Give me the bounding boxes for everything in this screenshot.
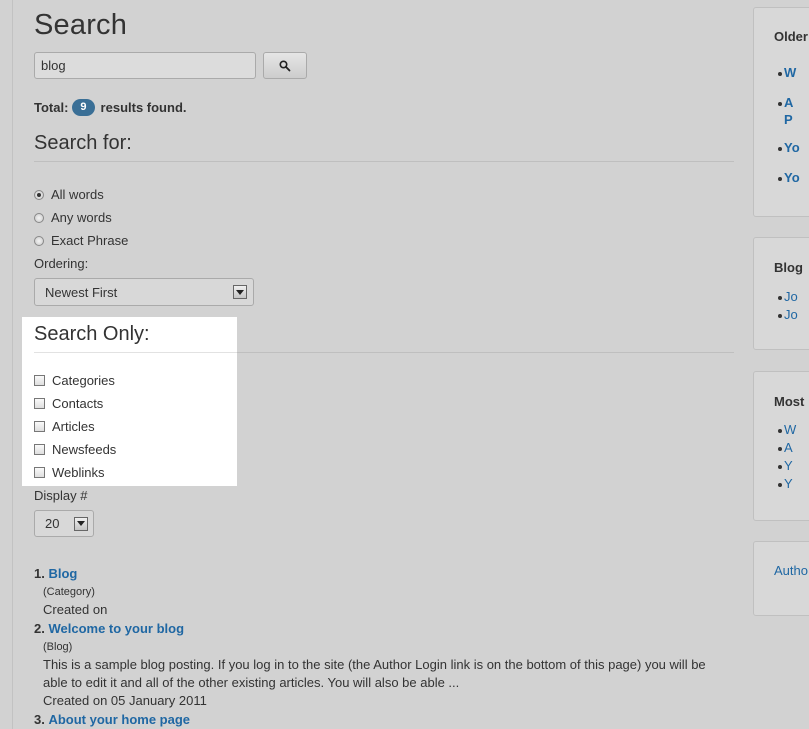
page-title: Search — [34, 9, 128, 41]
bullet — [778, 102, 782, 106]
ordering-select[interactable]: Newest First — [34, 278, 254, 306]
result-type: (Blog) — [43, 641, 73, 653]
checkbox-newsfeeds[interactable]: Newsfeeds — [34, 442, 116, 457]
ordering-label: Ordering: — [34, 256, 89, 271]
sidebar-older-module: Older W A P Yo Yo — [753, 7, 809, 217]
sidebar-most-title: Most — [774, 394, 805, 409]
sidebar-older-title: Older — [774, 29, 808, 44]
result-title-link[interactable]: Welcome to your blog — [48, 621, 184, 636]
sidebar-older-link[interactable]: Yo — [784, 170, 800, 185]
sidebar-older-link[interactable]: Yo — [784, 140, 800, 155]
bullet — [778, 177, 782, 181]
sidebar-older-link-cont[interactable]: P — [784, 112, 793, 127]
radio-all-words[interactable]: All words — [34, 187, 104, 202]
sidebar-most-module: Most W A Y Y — [753, 371, 809, 521]
result-snippet: This is a sample blog posting. If you lo… — [43, 657, 706, 690]
ordering-value: Newest First — [45, 284, 118, 300]
radio-label: Any words — [51, 210, 112, 225]
result-item: 2. Welcome to your blog — [34, 621, 184, 636]
result-type: (Category) — [43, 586, 95, 598]
chevron-down-icon — [74, 516, 88, 531]
bullet — [778, 429, 782, 433]
sidebar-blog-title: Blog — [774, 260, 803, 275]
result-item: 1. Blog — [34, 566, 77, 581]
bullet — [778, 72, 782, 76]
checkbox[interactable] — [34, 398, 45, 409]
checkbox-articles[interactable]: Articles — [34, 419, 95, 434]
magnifier-icon — [279, 59, 291, 71]
search-input[interactable] — [34, 52, 256, 79]
checkbox-label: Weblinks — [52, 465, 105, 480]
checkbox-label: Newsfeeds — [52, 442, 117, 457]
sidebar-most-link[interactable]: A — [784, 440, 793, 455]
radio-label: Exact Phrase — [51, 233, 129, 248]
display-count-select[interactable]: 20 — [34, 510, 94, 537]
result-created: Created on 05 January 2011 — [43, 693, 207, 708]
sidebar-author-module: Autho — [753, 541, 809, 616]
radio-exact-phrase[interactable]: Exact Phrase — [34, 233, 128, 248]
checkbox[interactable] — [34, 444, 45, 455]
checkbox-label: Contacts — [52, 396, 104, 411]
checkbox-contacts[interactable]: Contacts — [34, 396, 103, 411]
results-count-badge: 9 — [72, 99, 95, 116]
display-label: Display # — [34, 488, 88, 503]
result-number: 2. — [34, 621, 45, 636]
radio-any-words[interactable]: Any words — [34, 210, 112, 225]
sidebar-most-link[interactable]: Y — [784, 476, 793, 491]
divider — [34, 161, 734, 162]
bullet — [778, 296, 782, 300]
checkbox[interactable] — [34, 467, 45, 478]
checkbox-weblinks[interactable]: Weblinks — [34, 465, 105, 480]
bullet — [778, 147, 782, 151]
result-number: 1. — [34, 566, 45, 581]
checkbox[interactable] — [34, 375, 45, 386]
checkbox-label: Categories — [52, 373, 115, 388]
bullet — [778, 465, 782, 469]
bullet — [778, 314, 782, 318]
result-title-link[interactable]: About your home page — [48, 712, 190, 727]
bullet — [778, 483, 782, 487]
search-for-heading: Search for: — [34, 132, 132, 154]
checkbox-categories[interactable]: Categories — [34, 373, 115, 388]
sidebar-blog-module: Blog Jo Jo — [753, 237, 809, 350]
radio-label: All words — [51, 187, 104, 202]
chevron-down-icon — [233, 285, 247, 299]
sidebar-older-link[interactable]: A — [784, 95, 793, 110]
result-title-link[interactable]: Blog — [48, 566, 77, 581]
sidebar-blog-link[interactable]: Jo — [784, 289, 798, 304]
result-created: Created on — [43, 602, 108, 617]
results-total: Total: 9 results found. — [34, 99, 187, 116]
author-login-link[interactable]: Autho — [774, 563, 808, 578]
bullet — [778, 447, 782, 451]
sidebar-older-link[interactable]: W — [784, 65, 796, 80]
radio-button[interactable] — [34, 212, 44, 223]
sidebar-most-link[interactable]: W — [784, 422, 796, 437]
search-main: Search Total: 9 results found. Search fo… — [0, 0, 740, 729]
search-only-heading: Search Only: — [34, 323, 150, 345]
divider — [34, 352, 237, 353]
sidebar-blog-link[interactable]: Jo — [784, 307, 798, 322]
checkbox-label: Articles — [52, 419, 95, 434]
total-label: Total: — [34, 100, 69, 115]
result-item: 3. About your home page — [34, 712, 190, 727]
sidebar-most-link[interactable]: Y — [784, 458, 793, 473]
radio-button[interactable] — [34, 235, 44, 246]
total-suffix: results found. — [100, 100, 187, 115]
radio-button[interactable] — [34, 189, 44, 200]
result-number: 3. — [34, 712, 45, 727]
checkbox[interactable] — [34, 421, 45, 432]
search-button[interactable] — [263, 52, 307, 79]
display-value: 20 — [45, 516, 60, 531]
